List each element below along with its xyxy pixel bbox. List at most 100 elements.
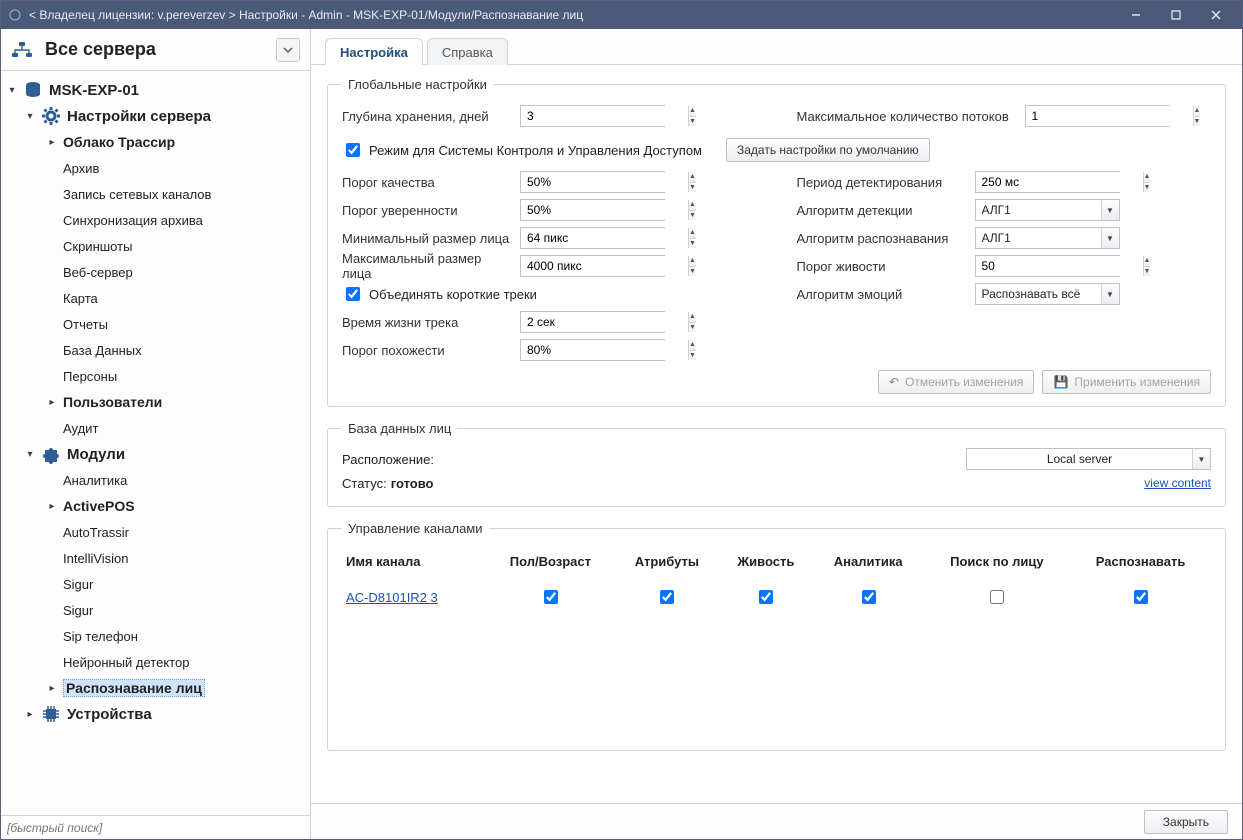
tree-item[interactable]: ▾ Модули <box>1 441 310 467</box>
caret-icon[interactable]: ▸ <box>47 683 57 694</box>
min-face-spin[interactable]: ▲▼ <box>520 227 665 249</box>
tree-item[interactable]: ▾MSK-EXP-01 <box>1 77 310 103</box>
emotion-algo-combo[interactable]: Распознавать всё▼ <box>975 283 1120 305</box>
tree-item[interactable]: ▸Карта <box>1 285 310 311</box>
defaults-button[interactable]: Задать настройки по умолчанию <box>726 138 930 162</box>
caret-icon[interactable]: ▸ <box>47 501 57 512</box>
caret-icon: ▸ <box>47 553 57 564</box>
tab-settings[interactable]: Настройка <box>325 38 423 65</box>
channel-analytics-checkbox[interactable] <box>862 590 876 604</box>
minimize-button[interactable] <box>1116 1 1156 29</box>
undo-icon: ↶ <box>889 375 899 389</box>
caret-icon[interactable]: ▾ <box>25 449 35 460</box>
tree-item[interactable]: ▾Настройки сервера <box>1 103 310 129</box>
sidebar-header: Все сервера <box>1 29 310 71</box>
chevron-down-icon[interactable]: ▼ <box>1101 200 1119 220</box>
gear-icon <box>41 106 61 126</box>
caret-icon: ▸ <box>47 605 57 616</box>
channels-legend: Управление каналами <box>342 521 489 536</box>
detect-algo-combo[interactable]: АЛГ1▼ <box>975 199 1120 221</box>
tab-help[interactable]: Справка <box>427 38 508 65</box>
sidebar-collapse-button[interactable] <box>276 38 300 62</box>
storage-depth-label: Глубина хранения, дней <box>342 109 512 124</box>
tree-item[interactable]: ▸Sigur <box>1 571 310 597</box>
chevron-down-icon <box>283 45 293 55</box>
caret-icon[interactable]: ▾ <box>7 85 17 96</box>
max-face-spin[interactable]: ▲▼ <box>520 255 665 277</box>
tree-item[interactable]: ▸ Sip телефон <box>1 623 310 649</box>
caret-icon[interactable]: ▸ <box>25 709 35 720</box>
tree-item[interactable]: ▸Архив <box>1 155 310 181</box>
tree-item[interactable]: ▸Распознавание лиц <box>1 675 310 701</box>
tree-item[interactable]: ▸IntelliVision <box>1 545 310 571</box>
spin-up-icon[interactable]: ▲ <box>689 106 696 116</box>
channel-live-checkbox[interactable] <box>759 590 773 604</box>
storage-depth-spin[interactable]: ▲▼ <box>520 105 665 127</box>
tree-item[interactable]: ▸AutoTrassir <box>1 519 310 545</box>
caret-icon[interactable]: ▸ <box>47 137 57 148</box>
tree-item[interactable]: ▸Веб-сервер <box>1 259 310 285</box>
tree-item[interactable]: ▸Аудит <box>1 415 310 441</box>
tree-item[interactable]: ▸Отчеты <box>1 311 310 337</box>
channel-attr-checkbox[interactable] <box>660 590 674 604</box>
tree-item[interactable]: ▸База Данных <box>1 337 310 363</box>
tree-item-label: Устройства <box>67 706 152 723</box>
tree-item[interactable]: ▸Синхронизация архива <box>1 207 310 233</box>
caret-icon: ▸ <box>47 163 57 174</box>
tree-item[interactable]: ▸Запись сетевых каналов <box>1 181 310 207</box>
channel-link[interactable]: AC-D8101IR2 3 <box>346 590 438 605</box>
caret-icon: ▸ <box>47 241 57 252</box>
liveness-spin[interactable]: ▲▼ <box>975 255 1120 277</box>
tree-item-label: Модули <box>67 446 125 463</box>
quick-search-input[interactable] <box>1 816 310 839</box>
acs-mode-checkbox[interactable]: Режим для Системы Контроля и Управления … <box>342 140 702 160</box>
track-life-spin[interactable]: ▲▼ <box>520 311 665 333</box>
caret-icon: ▸ <box>47 293 57 304</box>
tree-item-label: Веб-сервер <box>63 265 133 280</box>
channel-recognize-checkbox[interactable] <box>1134 590 1148 604</box>
caret-icon: ▸ <box>47 631 57 642</box>
tree-item[interactable]: ▸Аналитика <box>1 467 310 493</box>
tree-item[interactable]: ▸Пользователи <box>1 389 310 415</box>
network-icon <box>11 41 35 59</box>
tree-item-label: Синхронизация архива <box>63 213 203 228</box>
spin-down-icon[interactable]: ▼ <box>689 116 696 127</box>
caret-icon: ▸ <box>47 371 57 382</box>
tree-item[interactable]: ▸ Скриншоты <box>1 233 310 259</box>
tree-item-label: Нейронный детектор <box>63 655 189 670</box>
similarity-spin[interactable]: ▲▼ <box>520 339 665 361</box>
quality-spin[interactable]: ▲▼ <box>520 171 665 193</box>
column-header: Поиск по лицу <box>924 546 1071 581</box>
confidence-spin[interactable]: ▲▼ <box>520 199 665 221</box>
view-content-link[interactable]: view content <box>1144 476 1211 490</box>
tabbar: Настройка Справка <box>311 29 1242 65</box>
close-page-button[interactable]: Закрыть <box>1144 810 1228 834</box>
location-combo[interactable]: Local server▼ <box>966 448 1211 470</box>
channel-search-checkbox[interactable] <box>990 590 1004 604</box>
max-streams-spin[interactable]: ▲▼ <box>1025 105 1170 127</box>
merge-tracks-checkbox[interactable]: Объединять короткие треки <box>342 284 537 304</box>
cancel-changes-button[interactable]: ↶Отменить изменения <box>878 370 1035 394</box>
tree-item[interactable]: ▸ActivePOS <box>1 493 310 519</box>
tree-item[interactable]: ▸Облако Трассир <box>1 129 310 155</box>
caret-icon[interactable]: ▸ <box>47 397 57 408</box>
column-header: Живость <box>719 546 813 581</box>
tree-item-label: Отчеты <box>63 317 108 332</box>
column-header: Атрибуты <box>615 546 719 581</box>
recog-algo-combo[interactable]: АЛГ1▼ <box>975 227 1120 249</box>
tree-item[interactable]: ▸Нейронный детектор <box>1 649 310 675</box>
maximize-button[interactable] <box>1156 1 1196 29</box>
tree-item[interactable]: ▸Персоны <box>1 363 310 389</box>
apply-changes-button[interactable]: 💾Применить изменения <box>1042 370 1211 394</box>
tree-item-label: Скриншоты <box>63 239 132 254</box>
caret-icon[interactable]: ▾ <box>25 111 35 122</box>
channels-table: Имя каналаПол/ВозрастАтрибутыЖивостьАнал… <box>342 546 1211 613</box>
tree-item[interactable]: ▸ Устройства <box>1 701 310 727</box>
close-button[interactable] <box>1196 1 1236 29</box>
table-row: AC-D8101IR2 3 <box>342 581 1211 613</box>
detect-period-spin[interactable]: ▲▼ <box>975 171 1120 193</box>
column-header: Аналитика <box>813 546 924 581</box>
channel-gender-checkbox[interactable] <box>544 590 558 604</box>
tree-item-label: Sip телефон <box>63 629 138 644</box>
tree-item[interactable]: ▸Sigur <box>1 597 310 623</box>
